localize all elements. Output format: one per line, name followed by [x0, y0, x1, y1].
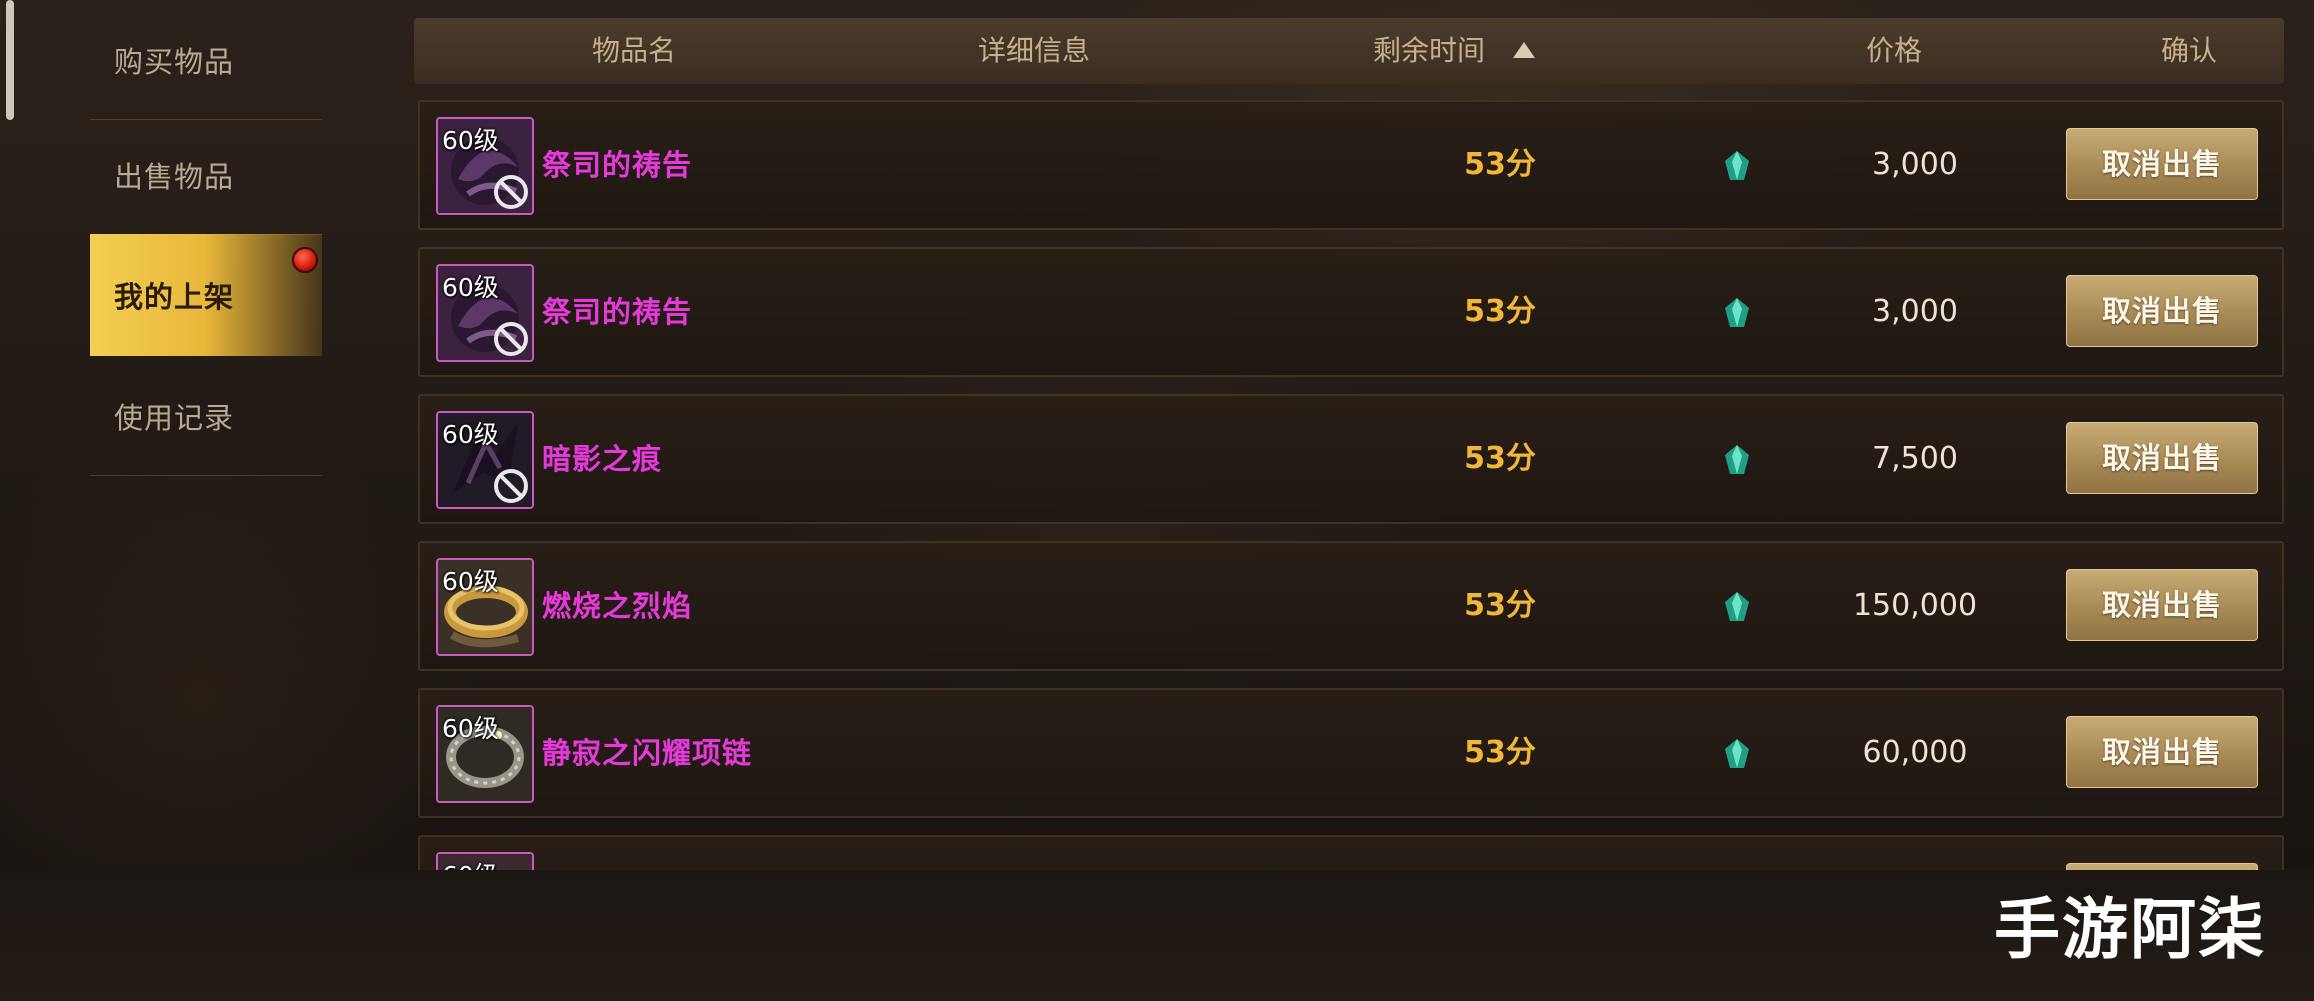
sort-ascending-icon [1513, 42, 1535, 58]
cancel-sale-button[interactable]: 取消出售 [2066, 128, 2258, 200]
remaining-time: 53分 [1464, 441, 1536, 476]
sidebar-item-label: 出售物品 [114, 159, 235, 194]
table-row: 60级 燃烧之烈焰 53分 150,000 取消出售 [418, 541, 2284, 671]
item-level: 60级 [442, 273, 499, 302]
cancel-sale-button[interactable]: 取消出售 [2066, 716, 2258, 788]
table-row: 60级 [418, 835, 2284, 870]
item-name[interactable]: 祭司的祷告 [542, 102, 692, 228]
ban-icon [494, 469, 528, 503]
ban-icon [494, 322, 528, 356]
item-level: 60级 [442, 567, 499, 596]
sidebar-item-buy[interactable]: 购买物品 [90, 0, 322, 120]
item-level: 60级 [442, 126, 499, 155]
price: 3,000 [1872, 294, 1958, 329]
column-header-name: 物品名 [591, 34, 676, 67]
watermark: 手游阿柒 [1994, 891, 2266, 968]
gem-icon [1725, 445, 1749, 474]
sidebar-item-label: 我的上架 [114, 280, 235, 314]
ban-icon [494, 175, 528, 209]
table-header: 物品名 详细信息 剩余时间 价格 确认 [414, 18, 2284, 84]
sidebar-item-label: 购买物品 [114, 44, 235, 79]
item-icon[interactable]: 60级 [436, 852, 534, 870]
column-header-detail: 详细信息 [977, 34, 1090, 67]
remaining-time: 53分 [1464, 588, 1536, 623]
item-name[interactable]: 燃烧之烈焰 [542, 543, 692, 669]
gem-icon [1725, 298, 1749, 327]
column-header-price: 价格 [1865, 34, 1922, 67]
item-name[interactable]: 静寂之闪耀项链 [542, 690, 752, 816]
remaining-time: 53分 [1464, 147, 1536, 182]
cancel-sale-button[interactable]: 取消出售 [2066, 275, 2258, 347]
bottom-strip [0, 868, 2314, 1001]
item-name[interactable]: 祭司的祷告 [542, 249, 692, 375]
table-row: 60级 静寂之闪耀项链 53分 60,000 取消出售 [418, 688, 2284, 818]
item-icon[interactable]: 60级 [436, 705, 534, 803]
gem-icon [1725, 151, 1749, 180]
remaining-time: 53分 [1464, 735, 1536, 770]
column-header-time[interactable]: 剩余时间 [1324, 18, 1584, 84]
cancel-sale-button[interactable]: 取消出售 [2066, 422, 2258, 494]
gem-icon [1725, 592, 1749, 621]
item-icon[interactable]: 60级 [436, 117, 534, 215]
sidebar-item-sell[interactable]: 出售物品 [90, 115, 322, 235]
notification-dot [292, 247, 318, 273]
sidebar-item-label: 使用记录 [114, 400, 235, 435]
price: 60,000 [1862, 735, 1968, 770]
gem-icon [1725, 739, 1749, 768]
item-level: 60级 [442, 714, 499, 743]
column-header-confirm: 确认 [2160, 34, 2217, 67]
table-row: 60级 祭司的祷告 53分 3,000 取消出售 [418, 247, 2284, 377]
sidebar: 购买物品 出售物品 我的上架 使用记录 [90, 0, 322, 480]
listing-list: 60级 祭司的祷告 53分 3,000 取消出售 60级 祭司的祷告 53分 3… [418, 100, 2284, 870]
sidebar-item-my-listings[interactable]: 我的上架 [90, 234, 322, 356]
remaining-time: 53分 [1464, 294, 1536, 329]
table-row: 60级 暗影之痕 53分 7,500 取消出售 [418, 394, 2284, 524]
table-row: 60级 祭司的祷告 53分 3,000 取消出售 [418, 100, 2284, 230]
price: 150,000 [1852, 588, 1978, 623]
item-icon[interactable]: 60级 [436, 411, 534, 509]
item-name[interactable]: 暗影之痕 [542, 396, 662, 522]
item-icon[interactable]: 60级 [436, 264, 534, 362]
price: 3,000 [1872, 147, 1958, 182]
cancel-sale-button[interactable]: 取消出售 [2066, 569, 2258, 641]
item-icon[interactable]: 60级 [436, 558, 534, 656]
sidebar-item-history[interactable]: 使用记录 [90, 356, 322, 476]
price: 7,500 [1872, 441, 1958, 476]
item-level: 60级 [442, 856, 499, 870]
item-level: 60级 [442, 420, 499, 449]
column-header-time-label: 剩余时间 [1372, 34, 1485, 67]
cancel-sale-button[interactable] [2066, 863, 2258, 870]
scroll-handle[interactable] [6, 0, 14, 120]
